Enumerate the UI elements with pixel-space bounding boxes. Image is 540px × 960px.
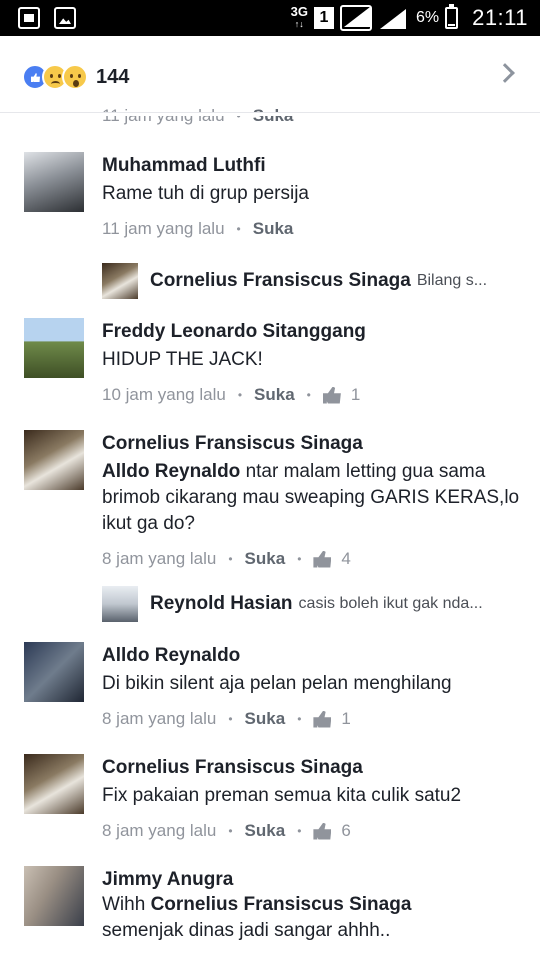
comment-meta-partial: 11 jam yang lalu • Suka xyxy=(102,106,293,126)
commenter-name[interactable]: Jimmy Anugra xyxy=(102,868,520,892)
commenter-name[interactable]: Cornelius Fransiscus Sinaga xyxy=(102,756,520,780)
avatar[interactable] xyxy=(24,866,84,926)
avatar xyxy=(102,586,138,622)
like-link[interactable]: Suka xyxy=(245,709,286,729)
comments-sheet: 144 11 jam yang lalu • Suka Muhammad Lut… xyxy=(0,36,540,960)
comment-time: 8 jam yang lalu xyxy=(102,549,217,568)
battery-percent: 6% xyxy=(415,9,440,26)
like-link[interactable]: Suka xyxy=(253,106,294,126)
clock: 21:11 xyxy=(472,5,528,30)
like-count: 6 xyxy=(341,821,351,840)
comment-meta: 8 jam yang lalu • Suka • 1 xyxy=(102,709,351,729)
thumbs-up-icon xyxy=(313,550,332,568)
commenter-name[interactable]: Cornelius Fransiscus Sinaga xyxy=(102,432,520,456)
avatar[interactable] xyxy=(24,642,84,702)
bbm-notification-icon xyxy=(18,7,40,29)
comment-time: 8 jam yang lalu xyxy=(102,709,217,728)
mention-link[interactable]: Cornelius Fransiscus Sinaga xyxy=(151,894,412,915)
like-count: 1 xyxy=(350,385,361,404)
thumbs-up-icon xyxy=(322,386,341,404)
gallery-notification-icon xyxy=(54,7,76,29)
commenter-name[interactable]: Alldo Reynaldo xyxy=(102,644,520,668)
avatar xyxy=(102,263,138,299)
comment-time: 8 jam yang lalu xyxy=(102,821,217,840)
comment-time: 10 jam yang lalu xyxy=(102,385,226,404)
comment-text: Wihh Cornelius Fransiscus Sinaga xyxy=(102,894,412,915)
like-link[interactable]: Suka xyxy=(253,219,294,239)
comment-text: Fix pakaian preman semua kita culik satu… xyxy=(102,785,462,806)
comment-time: 11 jam yang lalu xyxy=(102,106,225,126)
comment-text: Di bikin silent aja pelan pelan menghila… xyxy=(102,673,452,694)
comment-text-continued: semenjak dinas jadi sangar ahhh.. xyxy=(102,920,391,941)
signal-strength-icon-2 xyxy=(378,5,410,31)
avatar[interactable] xyxy=(24,754,84,814)
comment-meta: 11 jam yang lalu • Suka xyxy=(102,219,294,239)
like-link[interactable]: Suka xyxy=(254,385,295,405)
comment-text: Rame tuh di grup persija xyxy=(102,183,309,204)
signal-strength-icon xyxy=(339,5,372,31)
reply-preview[interactable]: Reynold Hasian casis boleh ikut gak nda.… xyxy=(102,584,522,624)
reply-preview[interactable]: Cornelius Fransiscus Sinaga Bilang s... xyxy=(102,261,522,301)
status-bar: 3G ↑↓ 1 6% 21:11 xyxy=(0,0,540,36)
avatar[interactable] xyxy=(24,430,84,490)
comment-meta: 8 jam yang lalu • Suka • 6 xyxy=(102,821,351,841)
commenter-name[interactable]: Freddy Leonardo Sitanggang xyxy=(102,320,520,344)
notification-icons xyxy=(18,7,76,29)
reply-text: Bilang s... xyxy=(416,272,488,289)
thumbs-up-icon xyxy=(313,822,332,840)
comment-time: 11 jam yang lalu xyxy=(102,219,225,238)
network-type: 3G ↑↓ xyxy=(290,4,308,29)
thumbs-up-icon xyxy=(313,710,332,728)
battery-icon xyxy=(445,4,459,29)
commenter-name[interactable]: Muhammad Luthfi xyxy=(102,154,520,178)
reaction-count: 144 xyxy=(96,65,130,88)
comment-meta: 8 jam yang lalu • Suka • 4 xyxy=(102,549,351,569)
avatar[interactable] xyxy=(24,318,84,378)
like-link[interactable]: Suka xyxy=(245,821,286,841)
like-count: 1 xyxy=(341,709,351,728)
avatar[interactable] xyxy=(24,152,84,212)
replier-name: Reynold Hasian xyxy=(150,593,293,614)
system-indicators: 3G ↑↓ 1 6% 21:11 xyxy=(291,4,528,32)
reactions-summary[interactable]: 144 xyxy=(22,64,129,90)
like-link[interactable]: Suka xyxy=(245,549,286,569)
wow-reaction-icon xyxy=(62,64,88,90)
like-count: 4 xyxy=(341,549,351,568)
comment-text: HIDUP THE JACK! xyxy=(102,349,263,370)
sim-slot-indicator: 1 xyxy=(313,7,334,29)
comment-text: Alldo Reynaldo ntar malam letting gua sa… xyxy=(102,461,520,534)
replier-name: Cornelius Fransiscus Sinaga xyxy=(150,270,411,291)
reactions-header[interactable]: 144 xyxy=(0,36,540,114)
reply-text: casis boleh ikut gak nda... xyxy=(298,595,483,612)
chevron-right-icon[interactable] xyxy=(495,63,515,83)
comment-meta: 10 jam yang lalu • Suka • 1 xyxy=(102,385,361,405)
mention-link[interactable]: Alldo Reynaldo xyxy=(102,461,240,482)
